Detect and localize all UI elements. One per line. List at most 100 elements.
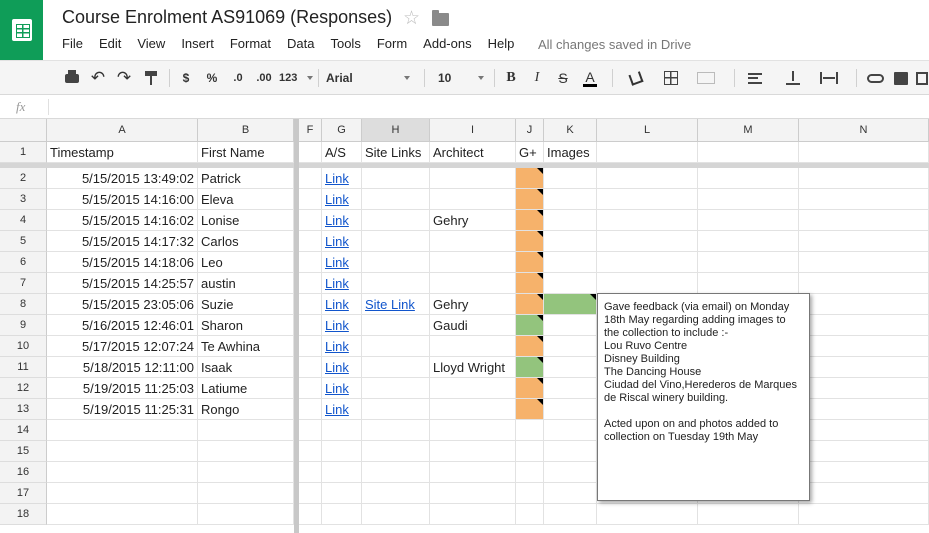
status-cell-orange[interactable] [516,399,544,420]
freeze-column-divider[interactable] [294,119,299,533]
row-header[interactable]: 14 [0,420,47,441]
status-cell-green[interactable] [516,357,544,378]
table-cell[interactable] [698,273,799,294]
table-cell[interactable]: 5/16/2015 12:46:01 [47,315,198,336]
header-cell[interactable] [299,142,322,163]
table-cell[interactable] [299,441,322,462]
status-cell-orange[interactable] [516,231,544,252]
row-header[interactable]: 18 [0,504,47,525]
insert-link-icon[interactable] [864,66,886,90]
italic-button[interactable]: I [528,66,546,90]
vertical-align-icon[interactable] [783,66,803,90]
header-cell[interactable]: Timestamp [47,142,198,163]
redo-icon[interactable]: ↷ [114,66,134,90]
table-cell[interactable] [362,273,430,294]
table-cell[interactable] [299,336,322,357]
cell-link[interactable]: Link [322,231,362,252]
table-cell[interactable] [544,189,597,210]
table-cell[interactable] [544,210,597,231]
cell-link[interactable]: Link [322,168,362,189]
row-header[interactable]: 1 [0,142,47,163]
table-cell[interactable] [799,315,929,336]
table-cell[interactable] [544,399,597,420]
table-cell[interactable] [299,315,322,336]
document-title[interactable]: Course Enrolment AS91069 (Responses) [62,7,392,28]
select-all-corner[interactable] [0,119,47,142]
table-cell[interactable] [299,483,322,504]
table-cell[interactable] [430,420,516,441]
table-cell[interactable] [47,420,198,441]
table-cell[interactable] [799,189,929,210]
table-cell[interactable] [430,252,516,273]
table-cell[interactable] [799,210,929,231]
insert-comment-icon[interactable] [892,66,910,90]
table-cell[interactable] [544,462,597,483]
status-cell-orange[interactable] [516,210,544,231]
table-cell[interactable] [322,462,362,483]
cell-link[interactable]: Link [322,357,362,378]
table-cell[interactable] [299,210,322,231]
cell-link[interactable]: Link [322,210,362,231]
status-cell-orange[interactable] [516,273,544,294]
table-cell[interactable] [597,231,698,252]
column-header-b[interactable]: B [198,119,294,142]
table-cell[interactable] [299,378,322,399]
paint-format-icon[interactable] [141,66,161,90]
cell-link[interactable]: Link [322,273,362,294]
table-cell[interactable]: 5/18/2015 12:11:00 [47,357,198,378]
table-cell[interactable] [430,378,516,399]
cell-link[interactable]: Link [322,399,362,420]
status-cell-orange[interactable] [516,189,544,210]
table-cell[interactable] [362,462,430,483]
text-color-button[interactable]: A [577,66,603,90]
percent-format-button[interactable]: % [202,66,222,90]
table-cell[interactable] [299,294,322,315]
table-cell[interactable] [299,168,322,189]
table-cell[interactable] [544,231,597,252]
table-cell[interactable] [544,504,597,525]
table-cell[interactable] [322,420,362,441]
table-cell[interactable] [362,504,430,525]
status-cell-green[interactable] [516,315,544,336]
table-cell[interactable] [597,504,698,525]
menu-insert[interactable]: Insert [181,36,214,51]
table-cell[interactable]: Sharon [198,315,294,336]
merge-cells-icon[interactable] [693,66,719,90]
cell-link[interactable]: Link [322,378,362,399]
table-cell[interactable] [698,252,799,273]
table-cell[interactable] [47,504,198,525]
table-cell[interactable] [362,483,430,504]
table-cell[interactable] [322,441,362,462]
table-cell[interactable] [544,336,597,357]
insert-chart-icon[interactable] [915,66,929,90]
table-cell[interactable] [544,441,597,462]
table-cell[interactable]: Gehry [430,210,516,231]
menu-file[interactable]: File [62,36,83,51]
menu-help[interactable]: Help [488,36,515,51]
row-header[interactable]: 10 [0,336,47,357]
row-header[interactable]: 2 [0,168,47,189]
table-cell[interactable] [516,483,544,504]
strikethrough-button[interactable]: S [554,66,572,90]
table-cell[interactable] [799,420,929,441]
header-cell[interactable]: Images [544,142,597,163]
table-cell[interactable]: Rongo [198,399,294,420]
table-cell[interactable]: 5/15/2015 14:17:32 [47,231,198,252]
decrease-decimals-button[interactable]: .0 [228,66,248,90]
table-cell[interactable] [430,336,516,357]
table-cell[interactable] [698,210,799,231]
fill-color-icon[interactable] [624,66,648,90]
table-cell[interactable] [799,336,929,357]
status-cell-orange[interactable] [516,294,544,315]
header-cell[interactable]: A/S [322,142,362,163]
header-cell[interactable]: G+ [516,142,544,163]
table-cell[interactable] [198,483,294,504]
table-cell[interactable] [362,378,430,399]
table-cell[interactable] [698,231,799,252]
status-cell-green[interactable] [544,294,597,315]
row-header[interactable]: 9 [0,315,47,336]
table-cell[interactable] [362,315,430,336]
print-icon[interactable] [62,66,82,90]
menu-format[interactable]: Format [230,36,271,51]
status-cell-orange[interactable] [516,252,544,273]
